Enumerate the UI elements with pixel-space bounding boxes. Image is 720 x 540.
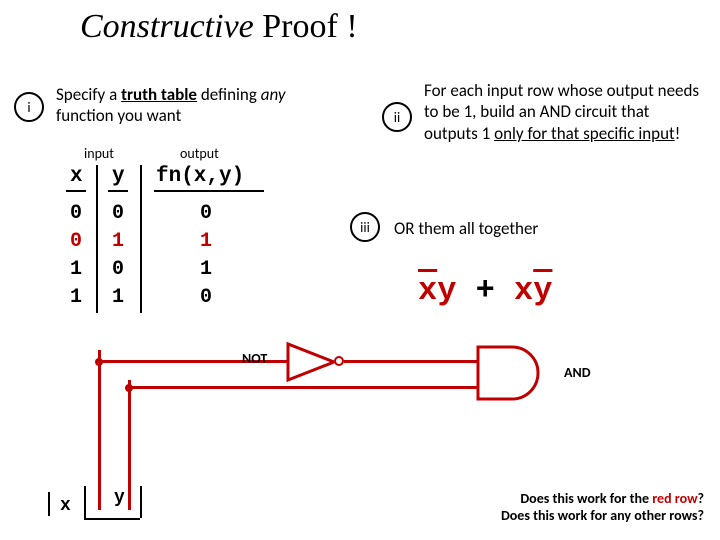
table-cell: 1 (70, 258, 82, 281)
col-y: 0 1 0 1 (112, 200, 124, 312)
wire-x-label: x (60, 496, 71, 516)
table-cell: 0 (200, 202, 212, 225)
step-ii-text: For each input row whose output needs to… (424, 80, 704, 144)
table-cell: 0 (112, 258, 124, 281)
table-cell: 1 (200, 230, 212, 253)
table-vline-1 (96, 165, 98, 313)
header-y: y (112, 165, 125, 188)
header-x: x (70, 165, 83, 188)
wire-x-vertical (98, 350, 101, 510)
and-gate-icon (476, 344, 550, 402)
table-cell: 0 (200, 286, 212, 309)
table-vline-2 (140, 165, 142, 313)
wire-y-label: y (114, 488, 125, 508)
questions: Does this work for the red row? Does thi… (438, 490, 704, 524)
step-ii-label: ii (394, 109, 400, 126)
table-cell: 0 (112, 202, 124, 225)
step-i-label: i (27, 99, 30, 116)
step-i-text: Specify a truth table defining any funct… (56, 84, 306, 127)
hline-fn (154, 190, 264, 192)
step-bullet-iii: iii (350, 212, 380, 242)
label-box-left (48, 492, 50, 516)
output-label: output (180, 145, 219, 162)
expr-xbar1: x (418, 272, 437, 309)
wire-y-to-and (128, 386, 478, 389)
hline-x (66, 190, 86, 192)
step-iii-text: OR them all together (394, 218, 538, 239)
label-box-mid (84, 486, 86, 518)
step-iii-label: iii (360, 219, 370, 236)
table-cell: 0 (70, 202, 82, 225)
hline-y (108, 190, 128, 192)
not-label: NOT (242, 350, 267, 367)
label-box-bottom (84, 518, 140, 520)
expression: xy + xy (418, 272, 552, 309)
col-fn: 0 1 1 0 (200, 200, 212, 312)
step-bullet-ii: ii (382, 102, 412, 132)
wire-y-vertical (128, 380, 131, 510)
table-cell: 1 (112, 286, 124, 309)
col-x: 0 0 1 1 (70, 200, 82, 312)
table-cell: 1 (200, 258, 212, 281)
step-bullet-i: i (14, 92, 44, 122)
page-title: Constructive Proof ! (80, 8, 358, 46)
title-rest: Proof ! (254, 8, 358, 45)
expr-ybar2: y (533, 272, 552, 309)
title-italic: Constructive (80, 8, 254, 45)
table-cell: 0 (70, 230, 82, 253)
wire-not-to-and-top (344, 360, 478, 363)
table-cell: 1 (112, 230, 124, 253)
expr-y1: y (437, 272, 456, 309)
not-bubble-icon (334, 356, 344, 366)
header-fn: fn(x,y) (156, 165, 244, 188)
input-label: input (84, 145, 114, 162)
expr-plus: + (456, 272, 514, 309)
expr-x2: x (514, 272, 533, 309)
table-cell: 1 (70, 286, 82, 309)
label-box-right (140, 486, 142, 518)
and-label: AND (564, 364, 591, 381)
